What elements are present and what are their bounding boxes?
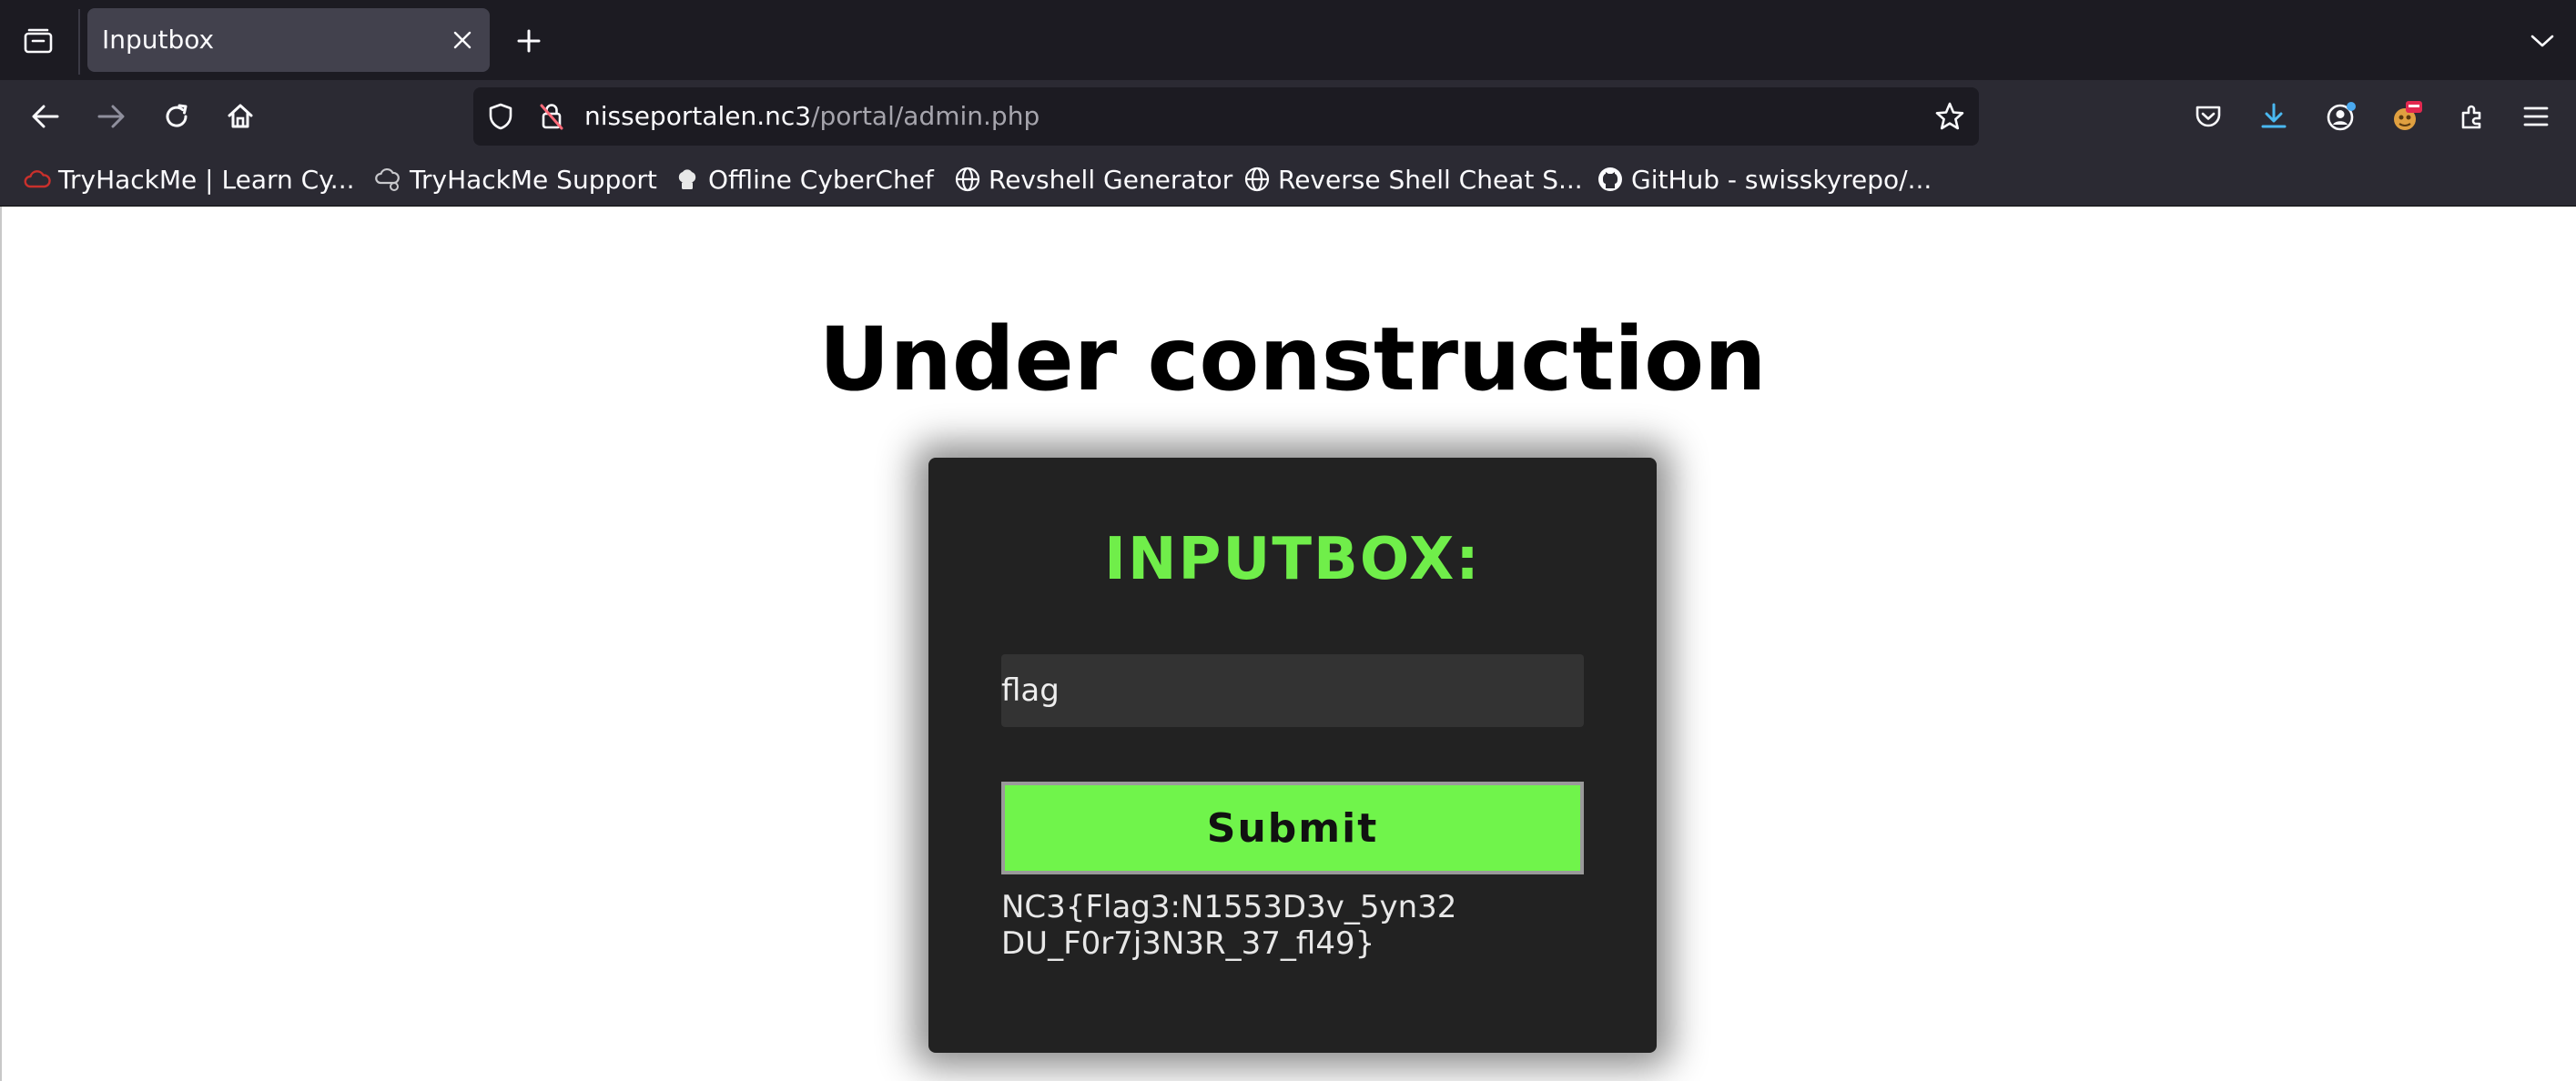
account-icon[interactable] [2317,93,2365,140]
cloud-support-icon [375,166,402,193]
flag-input-value: flag [1001,672,1060,709]
tab-strip-divider [78,9,80,75]
inputbox-card: INPUTBOX: flag Submit NC3{Flag3:N1553D3v… [928,458,1657,1053]
bookmark-revshell-generator[interactable]: Revshell Generator [954,153,1232,206]
bookmark-tryhackme-support[interactable]: TryHackMe Support [375,153,657,206]
result-line-2: DU_F0r7j3N3R_37_fl49} [1001,925,1375,962]
bookmark-tryhackme[interactable]: TryHackMe | Learn Cy... [24,153,355,206]
shield-icon[interactable] [484,100,517,133]
forward-arrow-icon[interactable] [87,93,135,140]
bookmarks-toolbar: TryHackMe | Learn Cy... TryHackMe Suppor… [0,153,2576,207]
bookmark-offline-cyberchef[interactable]: Offline CyberChef [674,153,934,206]
submit-button[interactable]: Submit [1001,782,1584,874]
url-text[interactable]: nisseportalen.nc3/portal/admin.php [584,87,1040,146]
bookmark-label: Reverse Shell Cheat S... [1278,164,1583,195]
page-heading: Under construction [818,308,1767,410]
result-line-1: NC3{Flag3:N1553D3v_5yn32 [1001,889,1457,925]
address-bar[interactable]: nisseportalen.nc3/portal/admin.php [473,87,1979,146]
close-icon[interactable] [448,25,477,55]
card-title: INPUTBOX: [1104,526,1481,593]
extension-badge-icon[interactable] [2383,93,2430,140]
url-path: /portal/admin.php [811,101,1040,131]
chevron-down-icon[interactable] [2521,20,2563,62]
github-icon [1597,166,1624,193]
home-icon[interactable] [217,93,264,140]
tab-list-icon[interactable] [16,20,60,62]
bookmark-reverse-shell-cheat-sheet[interactable]: Reverse Shell Cheat S... [1243,153,1583,206]
tab-strip: Inputbox [0,0,2576,80]
result-text: NC3{Flag3:N1553D3v_5yn32 DU_F0r7j3N3R_37… [1001,889,1584,962]
reload-icon[interactable] [153,93,200,140]
bookmark-github-swisskyrepo[interactable]: GitHub - swisskyrepo/... [1597,153,1932,206]
url-host: nisseportalen.nc3 [584,101,812,131]
bookmark-label: TryHackMe | Learn Cy... [58,164,355,195]
bookmark-label: TryHackMe Support [410,164,657,195]
star-icon[interactable] [1933,100,1966,133]
chef-icon [674,166,701,193]
bookmark-label: GitHub - swisskyrepo/... [1631,164,1932,195]
insecure-lock-icon[interactable] [535,100,568,133]
page-content: Under construction INPUTBOX: flag Submit… [0,207,2576,1081]
back-arrow-icon[interactable] [22,93,69,140]
hamburger-menu-icon[interactable] [2512,93,2560,140]
extensions-puzzle-icon[interactable] [2449,93,2496,140]
pocket-icon[interactable] [2185,93,2232,140]
tab-title: Inputbox [102,25,215,55]
bookmark-label: Offline CyberChef [708,164,934,195]
download-icon[interactable] [2250,93,2297,140]
tryhackme-icon [24,166,51,193]
globe-icon [954,166,981,193]
tab-inputbox[interactable]: Inputbox [87,8,490,72]
plus-icon[interactable] [508,20,550,62]
bookmark-label: Revshell Generator [989,164,1233,195]
globe-icon [1243,166,1271,193]
navigation-toolbar: nisseportalen.nc3/portal/admin.php [0,80,2576,153]
flag-input[interactable]: flag [1001,654,1584,727]
